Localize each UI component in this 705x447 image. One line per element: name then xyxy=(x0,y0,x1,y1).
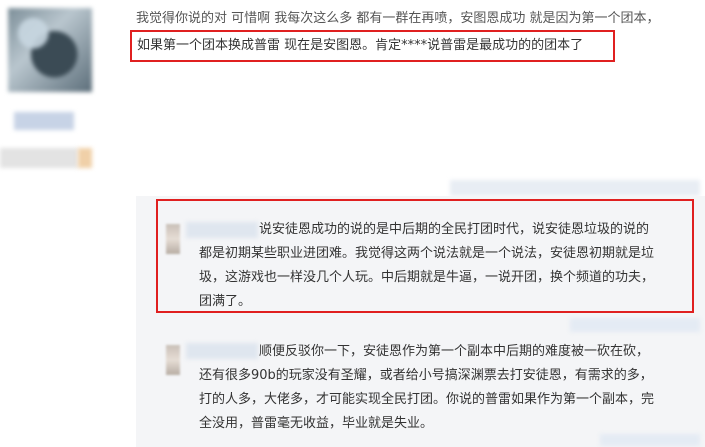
comment-text-1: 我觉得你说的对 可惜啊 我每次这么多 都有一群在再喷，安图恩成功 就是因为第一个… xyxy=(136,11,660,26)
reply-meta-redacted xyxy=(570,318,700,332)
highlight-box-comment xyxy=(130,30,615,62)
user-level-redacted xyxy=(0,148,78,168)
username-redacted xyxy=(14,112,74,130)
reply-2-line-1: 顺便反驳你一下，安徒恩作为第一个副本中后期的难度被一砍在砍， xyxy=(259,344,650,359)
user-badge-redacted xyxy=(78,148,92,168)
reply-2-line-2: 还有很多90b的玩家没有圣耀，或者给小号搞深渊票去打安徒恩，有需求的多， xyxy=(199,368,653,383)
reply-avatar-2[interactable] xyxy=(166,345,180,375)
highlight-box-reply xyxy=(156,199,694,313)
meta-row-redacted xyxy=(450,180,700,196)
reply-2: 顺便反驳你一下，安徒恩作为第一个副本中后期的难度被一砍在砍， 还有很多90b的玩… xyxy=(199,340,654,436)
comment-line-1: 我觉得你说的对 可惜啊 我每次这么多 都有一群在再喷，安图恩成功 就是因为第一个… xyxy=(136,8,704,30)
left-column xyxy=(0,0,122,447)
reply-meta-redacted-2 xyxy=(600,434,700,446)
user-avatar[interactable] xyxy=(8,8,92,92)
reply-2-line-4: 全没用，普雷毫无收益，毕业就是失业。 xyxy=(199,416,434,431)
main-comment: 我觉得你说的对 可惜啊 我每次这么多 都有一群在再喷，安图恩成功 就是因为第一个… xyxy=(136,8,704,30)
reply-2-line-3: 打的人多，大佬多，才可能实现全民打团。你说的普雷如果作为第一个副本，完 xyxy=(199,392,655,407)
